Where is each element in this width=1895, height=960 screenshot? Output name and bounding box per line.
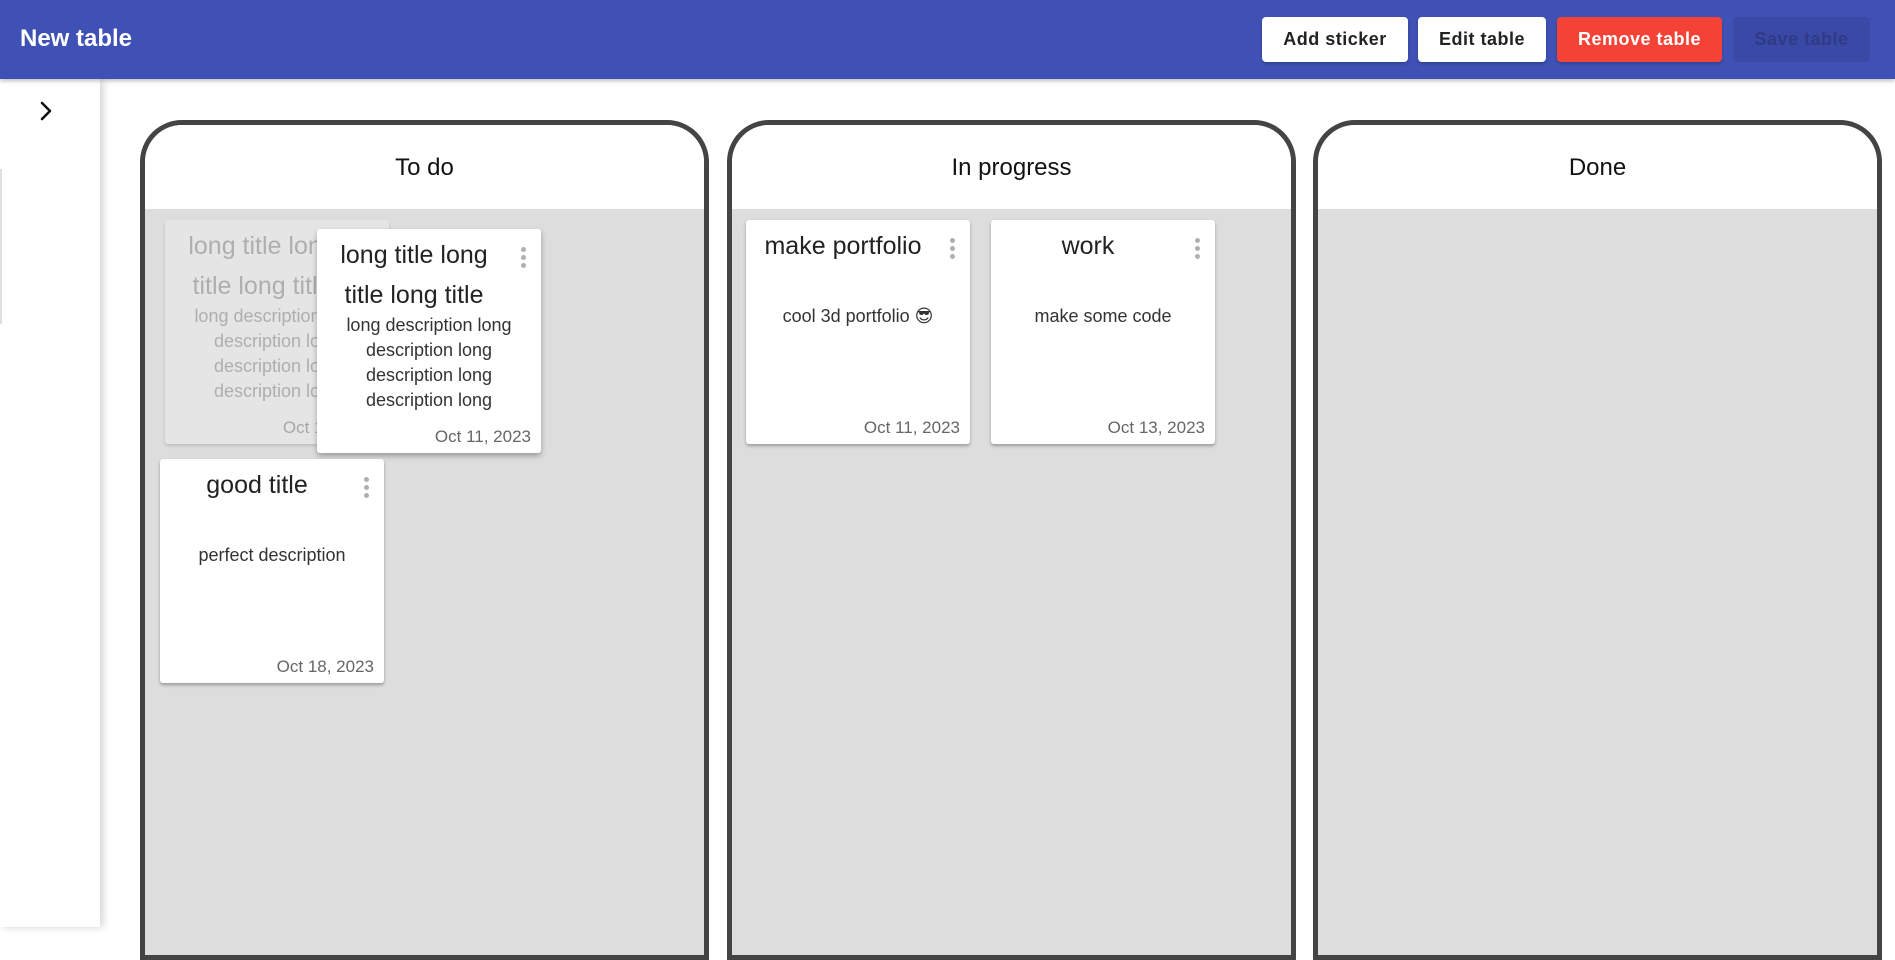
chevron-right-icon[interactable] [34,99,58,123]
card-description: long description long description long d… [346,315,512,410]
card-good-title[interactable]: good title perfect description Oct 18, 2… [160,459,384,683]
card-dragging[interactable]: long title long title long title long de… [317,229,541,453]
add-sticker-button[interactable]: Add sticker [1262,17,1408,62]
card-title: work [1061,232,1115,260]
save-table-button[interactable]: Save table [1733,17,1870,62]
remove-table-button[interactable]: Remove table [1557,17,1722,62]
column-done: Done [1313,120,1882,960]
card-description: make some code [1034,306,1172,326]
card-date: Oct 13, 2023 [1107,418,1205,437]
more-vert-icon[interactable] [1195,238,1201,260]
card-title: good title [206,471,308,499]
more-vert-icon[interactable] [521,247,527,269]
card-date: Oct 18, 2023 [276,657,374,676]
card-make-portfolio[interactable]: make portfolio cool 3d portfolio 😎 Oct 1… [746,220,970,444]
table-title: New table [20,25,133,52]
sidebar-divider [0,169,2,324]
column-header: Done [1318,125,1877,209]
card-title: make portfolio [764,232,922,260]
card-date: Oct 11, 2023 [863,418,960,437]
sidebar [0,79,100,927]
column-to-do: To do long title long title long title l… [140,120,709,960]
card-date: Oct 11, 2023 [434,427,531,446]
column-in-progress: In progress make portfolio cool 3d portf… [727,120,1296,960]
more-vert-icon[interactable] [950,238,956,260]
column-title: To do [395,154,454,181]
column-title: Done [1568,154,1627,181]
card-work[interactable]: work make some code Oct 13, 2023 [991,220,1215,444]
column-header: To do [145,125,704,209]
column-title: In progress [951,154,1072,181]
more-vert-icon[interactable] [364,477,370,499]
edit-table-button[interactable]: Edit table [1418,17,1546,62]
card-description: perfect description [198,545,346,565]
app-bar: New table Add sticker Edit table Remove … [0,0,1895,79]
column-header: In progress [732,125,1291,209]
card-description: cool 3d portfolio 😎 [782,306,934,326]
card-title: long title long title long title [340,241,488,309]
